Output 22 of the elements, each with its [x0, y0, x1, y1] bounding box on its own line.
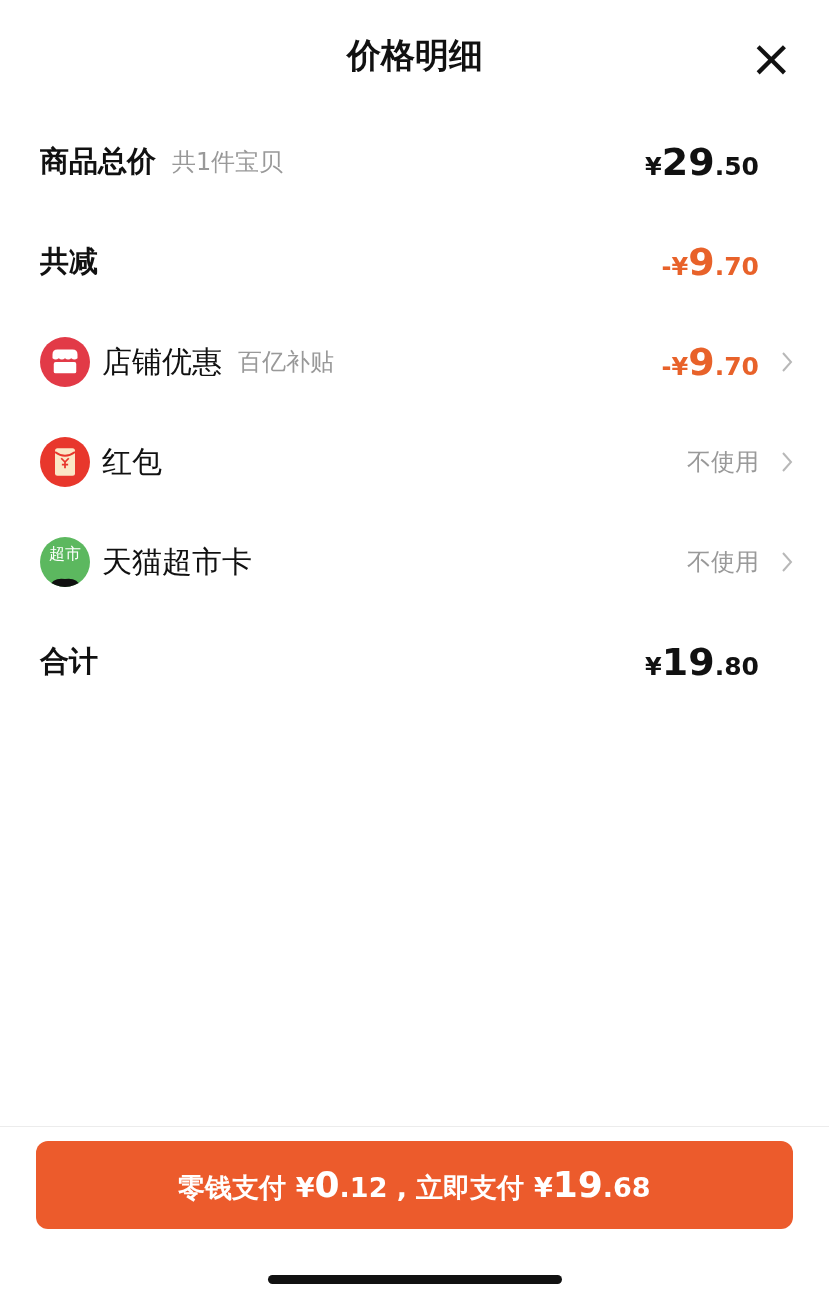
row-label: 共减 [40, 243, 98, 280]
price: -¥9.70 [661, 240, 759, 284]
row-label: 合计 [40, 643, 98, 680]
price: -¥9.70 [661, 340, 759, 384]
envelope-icon [40, 437, 90, 487]
chevron-icon[interactable] [781, 451, 793, 473]
store-icon [40, 337, 90, 387]
chevron-icon[interactable] [781, 551, 793, 573]
price: ¥29.50 [645, 140, 759, 184]
row-label: 天猫超市卡 [102, 542, 252, 581]
row-label: 红包 [102, 442, 162, 481]
close-button[interactable]: × [749, 30, 793, 86]
option-value: 不使用 [687, 547, 759, 578]
row-note: 百亿补贴 [238, 347, 334, 378]
supermarket-icon: 超市 [40, 537, 90, 587]
price: ¥19.80 [645, 640, 759, 684]
sheet-title: 价格明细 [346, 34, 483, 77]
row-label: 店铺优惠 [102, 342, 222, 381]
option-value: 不使用 [687, 447, 759, 478]
row-label: 商品总价 [40, 143, 156, 180]
row-note: 共1件宝贝 [172, 147, 284, 178]
chevron-icon[interactable] [781, 351, 793, 373]
